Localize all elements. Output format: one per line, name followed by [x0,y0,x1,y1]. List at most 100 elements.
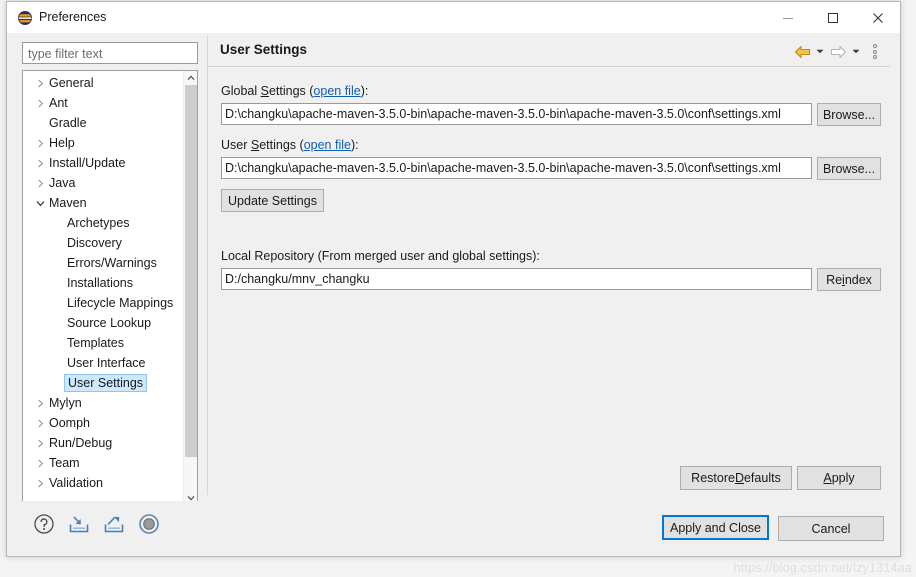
global-settings-label-mnemonic: S [260,84,269,98]
local-repository-input[interactable]: D:/changku/mnv_changku [221,268,812,290]
chevron-right-icon[interactable] [33,153,47,173]
tree-item-user-interface[interactable]: User Interface [23,353,183,373]
tree-item-templates[interactable]: Templates [23,333,183,353]
tree-item-label: User Settings [64,374,148,392]
update-settings-button[interactable]: Update Settings [221,189,324,212]
filter-placeholder: type filter text [28,47,103,61]
tree-item-label: Help [49,136,75,150]
tree-item-label: Team [49,456,80,470]
tree-item-general[interactable]: General [23,73,183,93]
restore-defaults-mnemonic: D [734,471,744,485]
title-bar: Preferences [7,2,900,34]
tree-item-install-update[interactable]: Install/Update [23,153,183,173]
dialog-body: type filter text General Ant Gradle Help Ins… [7,34,900,556]
oomph-record-icon[interactable] [138,513,160,540]
tree-item-java[interactable]: Java [23,173,183,193]
tree-item-archetypes[interactable]: Archetypes [23,213,183,233]
tree-item-mylyn[interactable]: Mylyn [23,393,183,413]
reindex-button[interactable]: Re i ndex [817,268,881,291]
tree-item-source-lookup[interactable]: Source Lookup [23,313,183,333]
import-preferences-icon[interactable] [68,513,90,540]
tree-viewport: General Ant Gradle Help Install/Update Java Ma… [23,71,183,505]
user-settings-label-tail: ): [350,138,359,152]
tree-item-label: User Interface [67,356,146,370]
chevron-down-icon[interactable] [33,193,47,213]
page-content: Global Settings (open file): D:\changku\… [208,67,890,494]
global-settings-browse-button[interactable]: Browse... [817,103,881,126]
forward-history-dropdown-icon[interactable] [850,42,862,61]
apply-button[interactable]: Apply [797,466,881,490]
eclipse-logo-icon [17,10,33,26]
back-arrow-icon[interactable] [792,42,812,61]
tree-item-lifecycle-mappings[interactable]: Lifecycle Mappings [23,293,183,313]
back-history-dropdown-icon[interactable] [814,42,826,61]
tree-item-run-debug[interactable]: Run/Debug [23,433,183,453]
chevron-right-icon[interactable] [33,453,47,473]
tree-item-user-settings[interactable]: User Settings [23,373,183,393]
window-controls [765,2,900,34]
preferences-dialog: Preferences type filter text General Ant… [6,1,901,557]
global-settings-label: Global Settings (open file): [221,84,368,98]
tree-vscroll-thumb[interactable] [185,85,197,457]
export-preferences-icon[interactable] [103,513,125,540]
tree-item-label: Discovery [67,236,122,250]
tree-item-validation[interactable]: Validation [23,473,183,493]
filter-input[interactable]: type filter text [22,42,198,64]
chevron-right-icon[interactable] [33,93,47,113]
chevron-right-icon[interactable] [33,413,47,433]
tree-item-help[interactable]: Help [23,133,183,153]
chevron-right-icon[interactable] [33,433,47,453]
forward-arrow-icon[interactable] [828,42,848,61]
chevron-right-icon[interactable] [33,393,47,413]
chevron-right-icon[interactable] [33,133,47,153]
tree-item-team[interactable]: Team [23,453,183,473]
global-settings-open-file-link[interactable]: open file [313,84,360,98]
chevron-right-icon[interactable] [33,73,47,93]
user-settings-browse-button[interactable]: Browse... [817,157,881,180]
tree-item-label: Mylyn [49,396,82,410]
global-settings-label-tail: ): [360,84,369,98]
dialog-footer: Apply and Close Cancel [7,501,900,556]
user-settings-label-mnemonic: S [250,138,260,152]
scroll-up-icon[interactable] [184,71,197,85]
preference-page: User Settings Global Settings (open file… [207,36,890,495]
tree-item-label: Lifecycle Mappings [67,296,174,310]
reindex-label-pre: Re [826,272,843,287]
footer-icon-bar [33,513,160,540]
global-settings-input[interactable]: D:\changku\apache-maven-3.5.0-bin\apache… [221,103,812,125]
user-settings-label-pre: User [221,138,251,152]
local-repository-label: Local Repository (From merged user and g… [221,249,540,263]
tree-item-oomph[interactable]: Oomph [23,413,183,433]
tree-item-label: Ant [49,96,68,110]
close-button[interactable] [855,2,900,34]
tree-item-gradle[interactable]: Gradle [23,113,183,133]
tree-item-label: Maven [49,196,87,210]
global-settings-label-post: ettings ( [268,84,314,98]
tree-item-discovery[interactable]: Discovery [23,233,183,253]
preference-tree[interactable]: General Ant Gradle Help Install/Update Java Ma… [22,70,198,520]
minimize-button[interactable] [765,2,810,34]
tree-item-label: Gradle [49,116,87,130]
global-settings-label-pre: Global [221,84,261,98]
view-menu-icon[interactable] [868,42,882,61]
maximize-button[interactable] [810,2,855,34]
chevron-right-icon[interactable] [33,173,47,193]
page-nav-toolbar [792,42,882,61]
tree-item-installations[interactable]: Installations [23,273,183,293]
tree-vertical-scrollbar[interactable] [183,71,197,505]
user-settings-open-file-link[interactable]: open file [304,138,351,152]
tree-item-ant[interactable]: Ant [23,93,183,113]
watermark: https://blog.csdn.net/lzy1314aa [733,561,912,575]
user-settings-input[interactable]: D:\changku\apache-maven-3.5.0-bin\apache… [221,157,812,179]
apply-and-close-button[interactable]: Apply and Close [662,515,769,540]
tree-item-errors-warnings[interactable]: Errors/Warnings [23,253,183,273]
tree-item-label: Source Lookup [67,316,152,330]
tree-item-maven[interactable]: Maven [23,193,183,213]
chevron-right-icon[interactable] [33,473,47,493]
restore-defaults-button[interactable]: Restore Defaults [680,466,792,490]
cancel-button[interactable]: Cancel [778,516,884,541]
tree-item-label: Oomph [49,416,90,430]
restore-defaults-pre: Restore [691,471,735,485]
help-icon[interactable] [33,513,55,540]
